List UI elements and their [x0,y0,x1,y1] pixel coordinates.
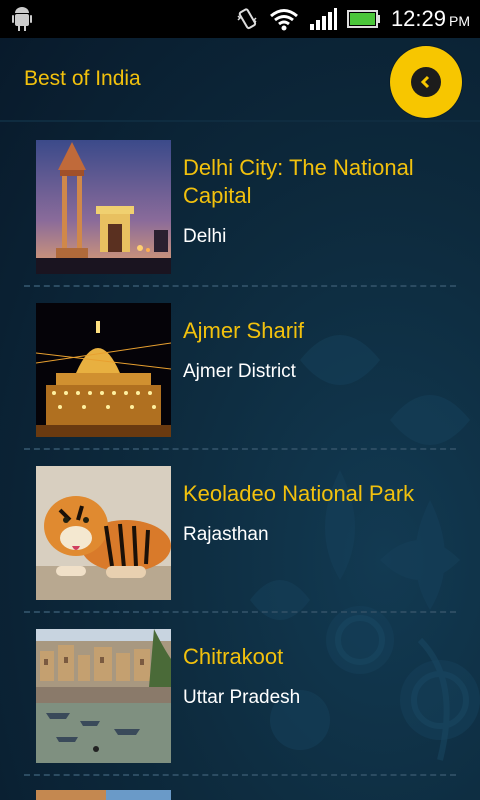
back-button[interactable] [390,46,462,118]
battery-icon [346,10,380,28]
item-location: Rajasthan [183,524,269,545]
list-item-partial[interactable] [24,776,456,800]
list-item[interactable]: Chitrakoot Uttar Pradesh [24,613,456,776]
back-icon [411,67,441,97]
page-title: Best of India [24,67,141,90]
vibrate-icon [237,8,257,30]
item-location: Uttar Pradesh [183,687,301,708]
tiger-image [36,466,171,600]
india-gate-image [36,140,171,274]
app-header: Best of India [0,38,480,122]
item-title: Chitrakoot [183,644,284,669]
item-title: Keoladeo National Park [183,481,415,506]
river-ghats-image [36,629,171,763]
partial-thumbnail-image [36,790,171,800]
list-item[interactable]: Delhi City: The National Capital Delhi [24,124,456,287]
status-time: 12:29 PM [390,6,470,31]
signal-icon [309,8,337,30]
dargah-image [36,303,171,437]
wifi-icon [269,9,298,31]
item-title: Delhi City: The National Capital [183,155,414,208]
places-list: Delhi City: The National Capital Delhi A… [0,124,480,800]
status-bar: 12:29 PM [0,0,480,38]
item-location: Delhi [183,226,227,247]
android-debug-icon [12,7,32,31]
app-screen: 12:29 PM Best of India Delhi City: The N… [0,0,480,800]
list-item[interactable]: Ajmer Sharif Ajmer District [24,287,456,450]
item-title: Ajmer Sharif [183,318,305,343]
item-location: Ajmer District [183,361,296,382]
list-item[interactable]: Keoladeo National Park Rajasthan [24,450,456,613]
